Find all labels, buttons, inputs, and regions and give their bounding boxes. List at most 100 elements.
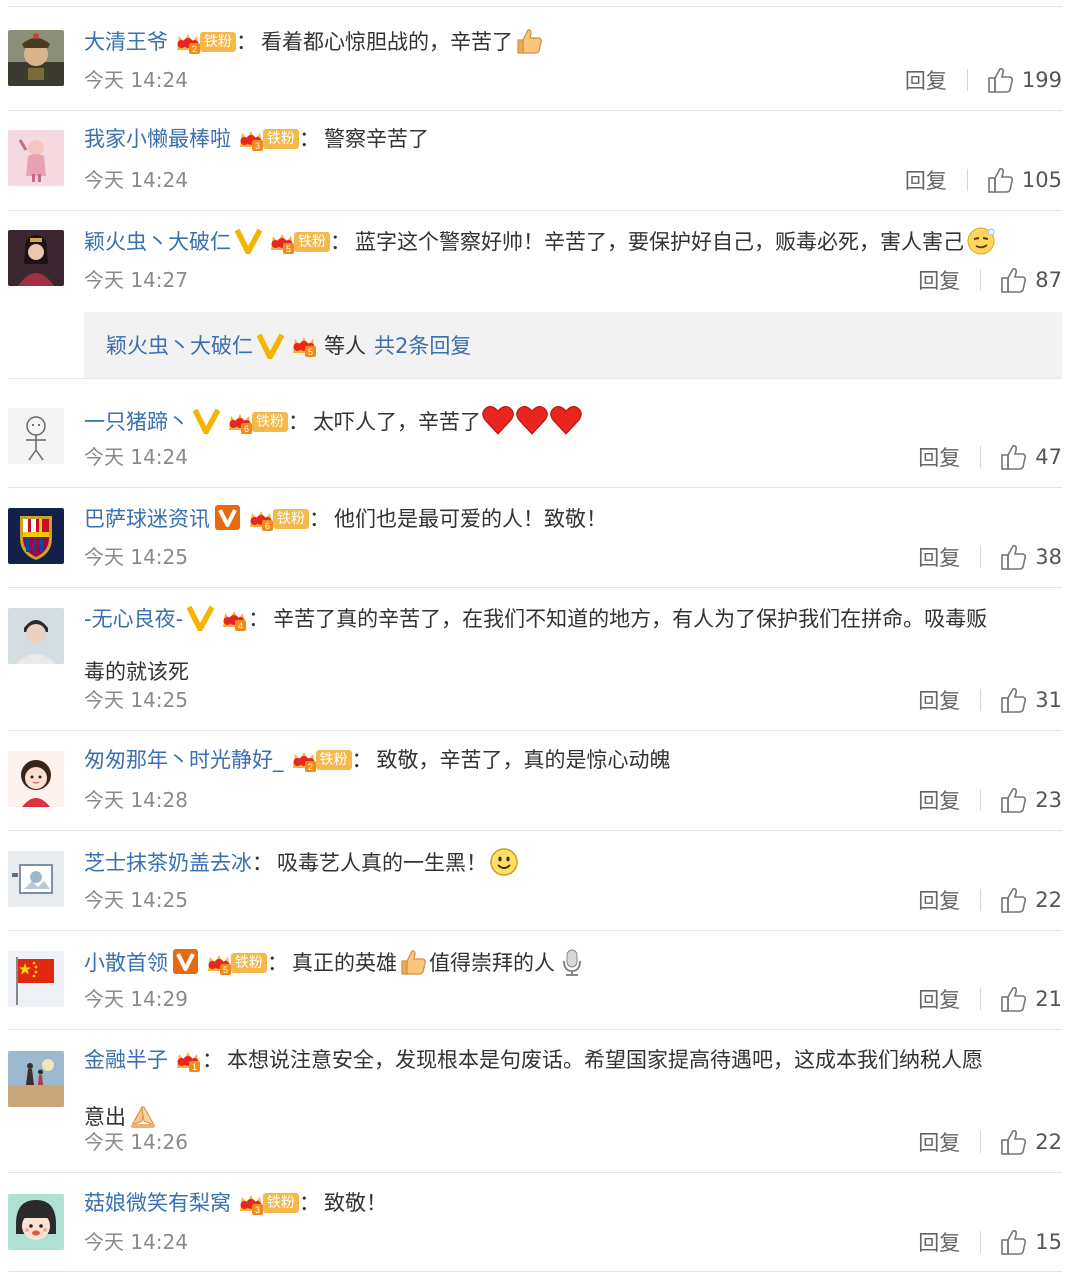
like-button[interactable]: 31 — [999, 686, 1062, 714]
like-button[interactable]: 87 — [999, 266, 1062, 294]
fan-badge[interactable]: 11 — [174, 1048, 202, 1072]
fan-badge[interactable]: 22铁粉 — [290, 748, 352, 772]
name-colon: ： — [299, 127, 320, 151]
name-colon: ： — [236, 30, 257, 54]
divider — [8, 830, 1062, 831]
like-thumb-icon — [988, 168, 1013, 193]
fan-badge[interactable]: 55铁粉 — [205, 951, 267, 975]
reply-button[interactable]: 回复 — [918, 1227, 960, 1257]
like-thumb-icon — [1001, 545, 1027, 570]
reply-button[interactable]: 回复 — [918, 785, 960, 815]
comment-text: 真正的英雄 — [292, 951, 397, 975]
reply-button[interactable]: 回复 — [918, 984, 960, 1014]
username-link[interactable]: 我家小懒最棒啦 — [84, 127, 231, 151]
divider — [8, 210, 1062, 211]
fan-badge[interactable]: 55铁粉 — [268, 230, 330, 254]
comment-actions: 回复 31 — [918, 685, 1062, 715]
sub-reply-username[interactable]: 颖火虫丶大破仁 — [106, 330, 253, 360]
svg-text:4: 4 — [238, 621, 243, 631]
comment-timestamp: 今天 14:24 — [84, 445, 188, 469]
avatar[interactable] — [8, 230, 64, 286]
like-button[interactable]: 105 — [986, 166, 1062, 194]
avatar[interactable] — [8, 951, 64, 1007]
username-link[interactable]: -无心良夜- — [84, 607, 183, 631]
avatar[interactable] — [8, 751, 64, 807]
fan-badge[interactable]: 33铁粉 — [237, 127, 299, 151]
fan-badge[interactable]: 33铁粉 — [237, 1191, 299, 1215]
crown-level-icon: 6 — [250, 511, 273, 531]
comment-line: 芝士抹茶奶盖去冰： 吸毒艺人真的一生黑！ — [84, 847, 1062, 877]
username-link[interactable]: 大清王爷 — [84, 30, 168, 54]
svg-text:5: 5 — [286, 244, 291, 254]
comment-text: 吸毒艺人真的一生黑！ — [277, 851, 487, 875]
like-thumb-icon — [1001, 445, 1027, 470]
reply-button[interactable]: 回复 — [918, 685, 960, 715]
reply-button[interactable]: 回复 — [905, 165, 947, 195]
pray-emoji-icon — [130, 1106, 156, 1128]
svg-text:6: 6 — [265, 521, 270, 531]
username-link[interactable]: 巴萨球迷资讯 — [84, 507, 210, 531]
avatar[interactable] — [8, 508, 64, 564]
username-link[interactable]: 菇娘微笑有梨窝 — [84, 1191, 231, 1215]
svg-text:5: 5 — [223, 965, 228, 975]
comment-text: 警察辛苦了 — [324, 127, 429, 151]
sub-reply-box[interactable]: 颖火虫丶大破仁 5 等人 共2条回复 — [84, 312, 1062, 378]
comment-actions: 回复 23 — [918, 785, 1062, 815]
reply-button[interactable]: 回复 — [905, 65, 947, 95]
fan-badge[interactable]: 22铁粉 — [174, 30, 236, 54]
avatar[interactable] — [8, 608, 64, 664]
username-link[interactable]: 芝士抹茶奶盖去冰 — [84, 851, 252, 875]
comment-actions: 回复 15 — [918, 1227, 1062, 1257]
avatar[interactable] — [8, 1051, 64, 1107]
reply-button[interactable]: 回复 — [918, 885, 960, 915]
fan-badge[interactable]: 66铁粉 — [247, 507, 309, 531]
fan-badge[interactable]: 44 — [220, 607, 248, 631]
avatar[interactable] — [8, 1194, 64, 1250]
username-link[interactable]: 金融半子 — [84, 1048, 168, 1072]
action-separator — [980, 1131, 982, 1153]
reply-button[interactable]: 回复 — [918, 265, 960, 295]
vip-badge-icon — [173, 949, 198, 974]
comment-text: 致敬，辛苦了，真的是惊心动魄 — [376, 748, 671, 772]
avatar[interactable] — [8, 30, 64, 86]
username-link[interactable]: 一只猪蹄丶 — [84, 410, 189, 434]
like-button[interactable]: 22 — [999, 886, 1062, 914]
comment-text-wrap: 意出 — [84, 1105, 126, 1129]
like-button[interactable]: 47 — [999, 443, 1062, 471]
comment-actions: 回复 105 — [905, 165, 1062, 195]
reply-button[interactable]: 回复 — [918, 542, 960, 572]
username-link[interactable]: 匆匆那年丶时光静好_ — [84, 748, 284, 772]
divider — [8, 1172, 1062, 1173]
username-link[interactable]: 颖火虫丶大破仁 — [84, 230, 231, 254]
reply-button[interactable]: 回复 — [918, 442, 960, 472]
comment-actions: 回复 22 — [918, 1127, 1062, 1157]
heart-emoji-icon — [516, 406, 548, 435]
avatar[interactable] — [8, 130, 64, 186]
username-link[interactable]: 小散首领 — [84, 951, 168, 975]
fan-badge[interactable]: 66铁粉 — [226, 410, 288, 434]
like-button[interactable]: 199 — [986, 66, 1062, 94]
name-colon: ： — [288, 410, 309, 434]
sub-reply-suffix: 等人 — [324, 334, 366, 358]
like-button[interactable]: 21 — [999, 985, 1062, 1013]
like-button[interactable]: 15 — [999, 1228, 1062, 1256]
comment-line-wrap: 毒的就该死 — [84, 659, 189, 685]
barca-avatar-image — [8, 508, 64, 564]
comment-line: 小散首领 55铁粉：真正的英雄 值得崇拜的人 — [84, 947, 1062, 977]
avatar[interactable] — [8, 408, 64, 464]
view-replies-link[interactable]: 共2条回复 — [374, 330, 471, 360]
reply-button[interactable]: 回复 — [918, 1127, 960, 1157]
like-thumb-icon — [1001, 788, 1027, 813]
fan-tag-label: 铁粉 — [315, 750, 352, 770]
action-separator — [980, 446, 982, 468]
heart-emoji-icon — [482, 406, 514, 435]
comment-line: 大清王爷22铁粉：看着都心惊胆战的，辛苦了 — [84, 26, 1062, 56]
like-button[interactable]: 22 — [999, 1128, 1062, 1156]
divider — [8, 587, 1062, 588]
comment-line: -无心良夜- 44：辛苦了真的辛苦了，在我们不知道的地方，有人为了保护我们在拼命。… — [84, 604, 1062, 632]
avatar[interactable] — [8, 851, 64, 907]
like-button[interactable]: 23 — [999, 786, 1062, 814]
cartoon-girl-avatar-image — [8, 751, 64, 807]
comment-timestamp: 今天 14:24 — [84, 68, 188, 92]
like-button[interactable]: 38 — [999, 543, 1062, 571]
